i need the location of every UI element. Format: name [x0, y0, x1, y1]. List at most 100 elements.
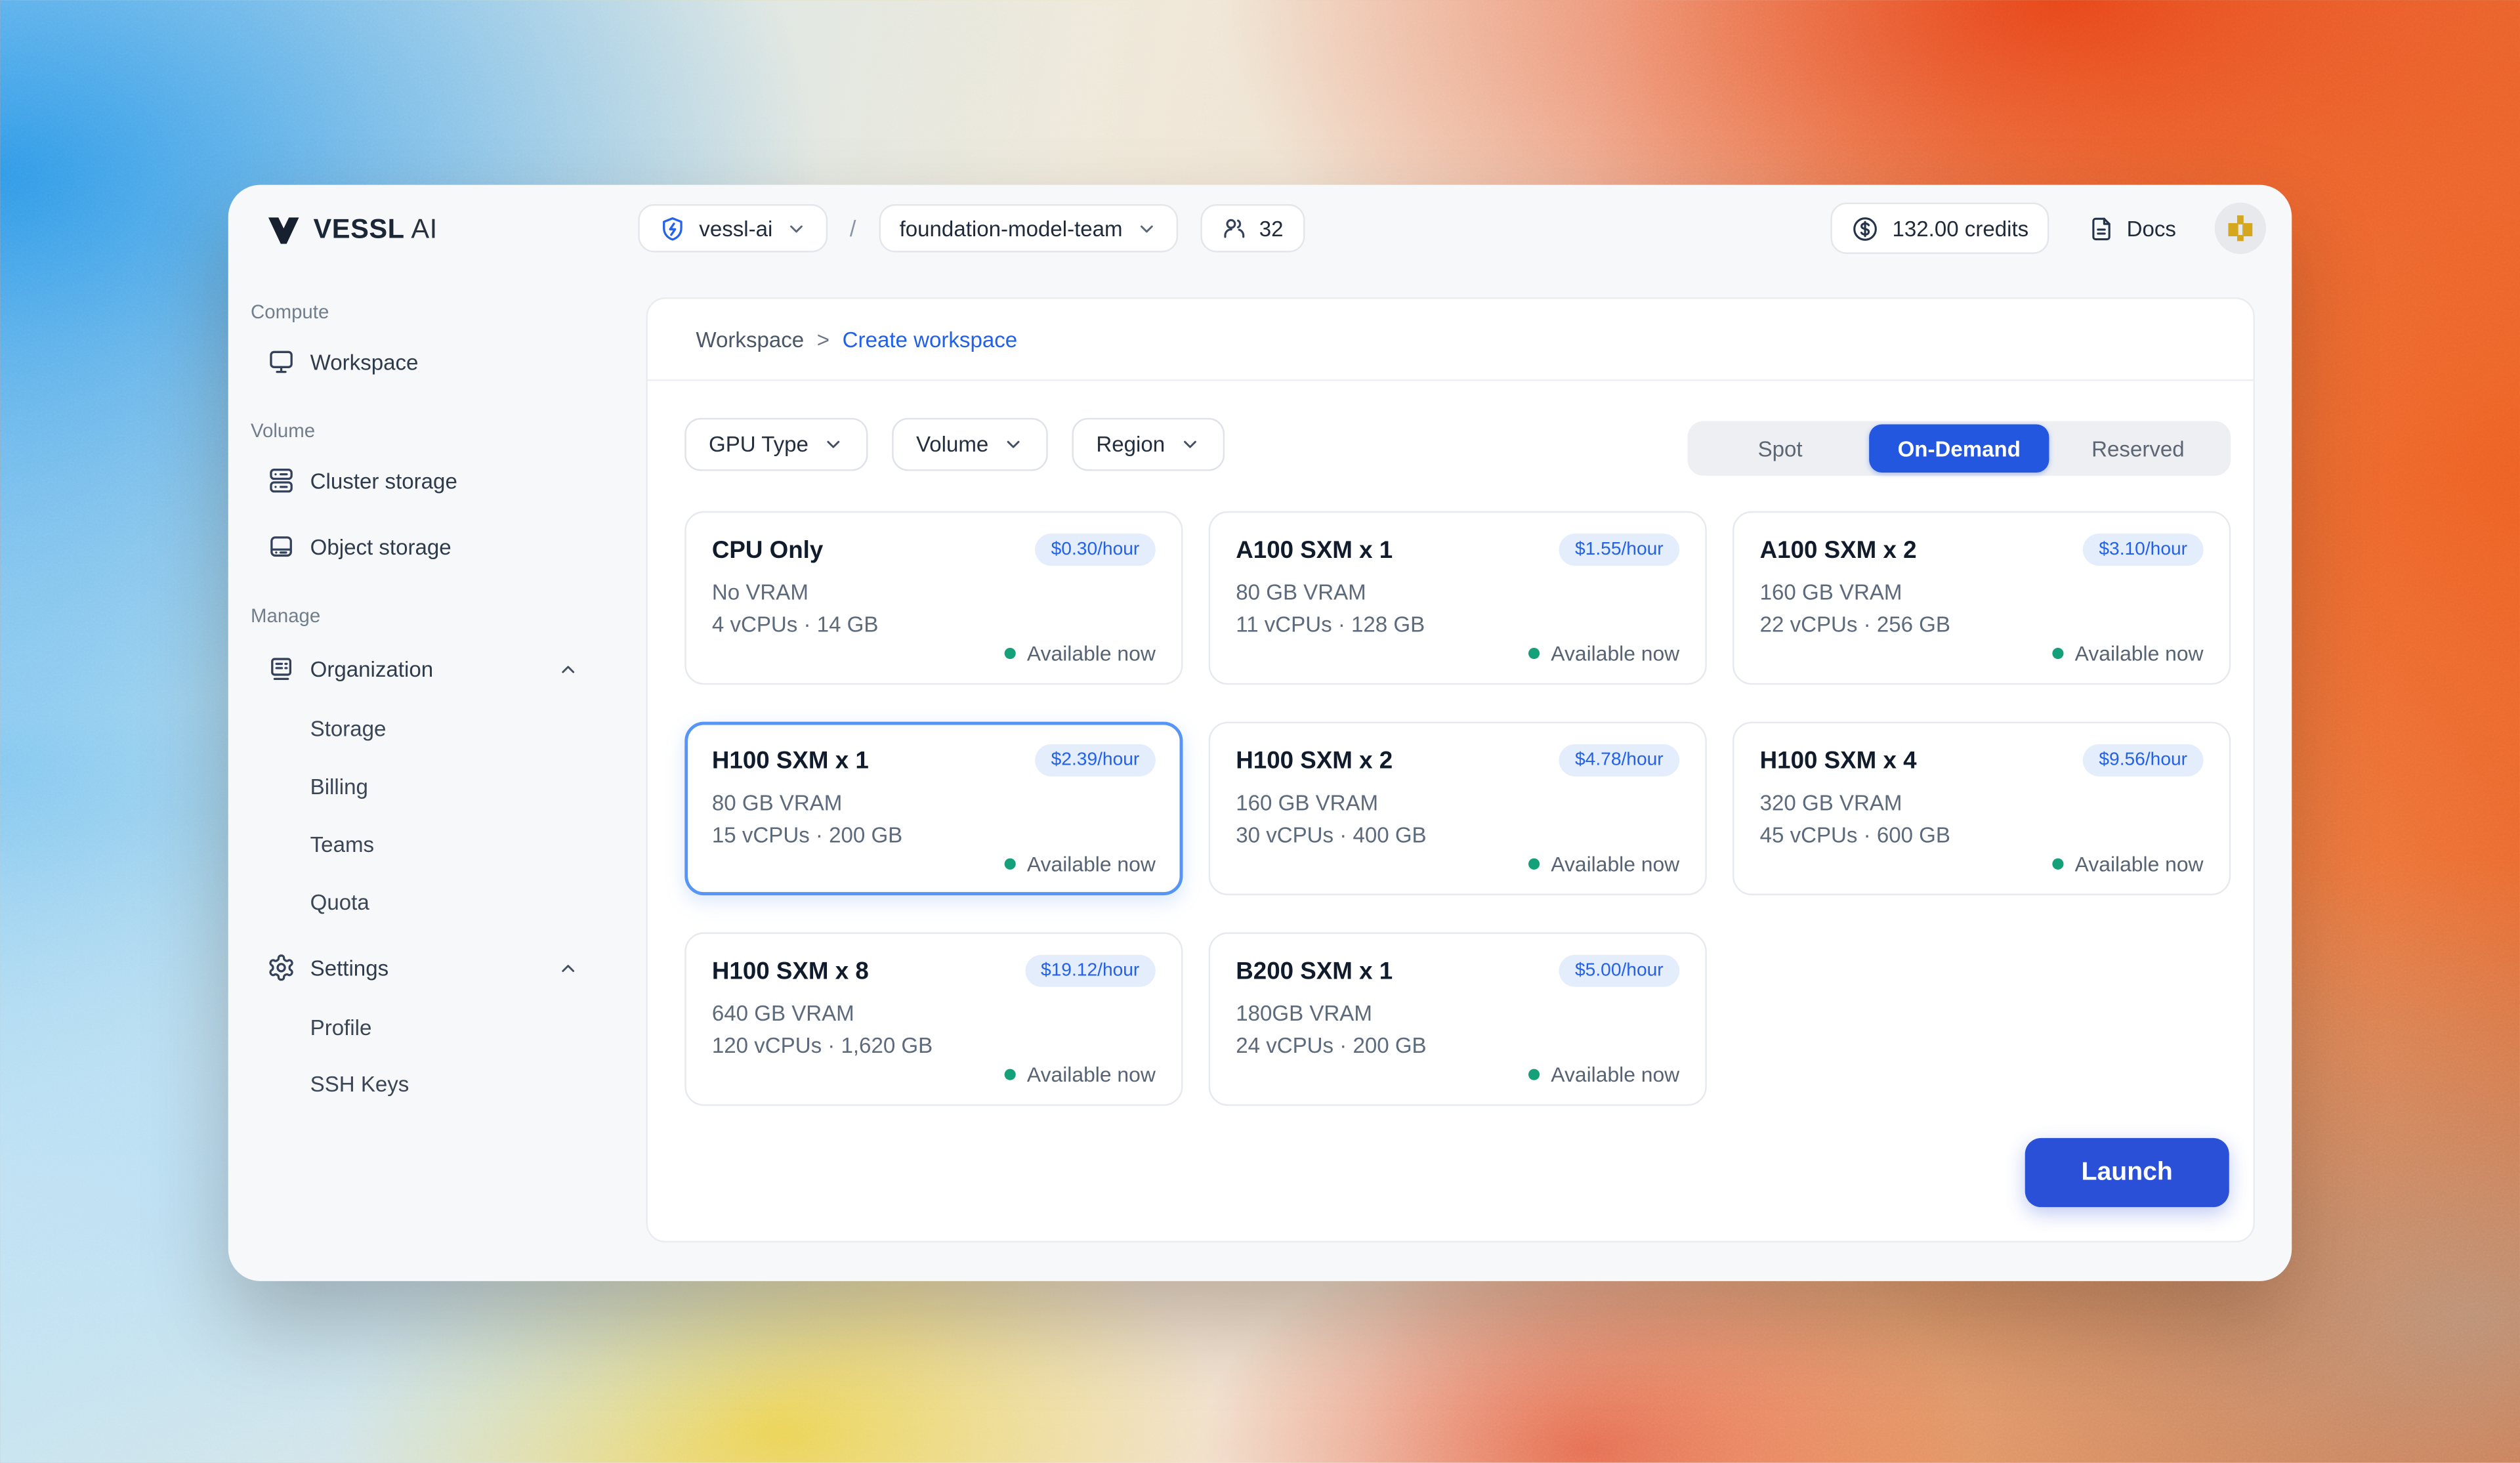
breadcrumb-current[interactable]: Create workspace	[843, 327, 1017, 351]
gpu-card-title: H100 SXM x 2	[1236, 747, 1393, 774]
chevron-down-icon	[823, 434, 844, 455]
gpu-card-availability: Available now	[1236, 641, 1679, 666]
gpu-card-price-badge: $3.10/hour	[2083, 534, 2204, 566]
availability-dot	[2052, 859, 2063, 870]
chevron-down-icon	[1003, 434, 1024, 455]
gpu-card-vram: 160 GB VRAM	[1760, 577, 2204, 609]
gpu-card-vram: 180GB VRAM	[1236, 998, 1679, 1030]
sidebar-item-object-storage[interactable]: Object storage	[251, 520, 579, 572]
availability-label: Available now	[2075, 852, 2204, 876]
chevron-up-icon[interactable]	[558, 957, 579, 978]
org-shield-icon	[659, 215, 686, 242]
gpu-card-specs: 11 vCPUs · 128 GB	[1236, 609, 1679, 641]
gpu-card-title: B200 SXM x 1	[1236, 957, 1393, 985]
gpu-card-a100-sxm-x-2[interactable]: A100 SXM x 2 $3.10/hour 160 GB VRAM22 vCPU…	[1732, 511, 2231, 685]
vessl-logo-mark	[267, 215, 301, 245]
gpu-card-specs: 15 vCPUs · 200 GB	[712, 820, 1156, 852]
gpu-card-vram: No VRAM	[712, 577, 1156, 609]
sidebar-item-ssh-keys[interactable]: SSH Keys	[251, 1059, 579, 1107]
availability-dot	[1005, 1069, 1016, 1080]
availability-dot	[1005, 859, 1016, 870]
vessl-logo: VESSLAI	[267, 212, 438, 247]
filter-label: Region	[1096, 433, 1165, 457]
gpu-card-grid: CPU Only$0.30/hourNo VRAM4 vCPUs · 14 GB…	[684, 511, 2234, 1106]
chevron-up-icon[interactable]	[558, 658, 579, 679]
gpu-card-h100-sxm-x-2[interactable]: H100 SXM x 2$4.78/hour160 GB VRAM30 vCPU…	[1209, 722, 1707, 895]
gpu-card-title: H100 SXM x 8	[712, 957, 869, 985]
workspace-monitor-icon	[267, 347, 296, 376]
stage: VESSLAI vessl-ai / foundation-model-team	[0, 0, 2520, 1463]
availability-label: Available now	[1027, 852, 1156, 876]
availability-label: Available now	[1027, 641, 1156, 666]
volume-filter[interactable]: Volume	[892, 418, 1048, 471]
credits-button[interactable]: 132.00 credits	[1831, 203, 2049, 254]
sidebar: Compute Workspace Volume Cluster storage	[228, 275, 646, 1281]
sidebar-item-label: Settings	[310, 956, 388, 980]
sidebar-item-teams[interactable]: Teams	[251, 820, 579, 868]
chevron-down-icon	[1179, 434, 1200, 455]
gpu-card-price-badge: $1.55/hour	[1559, 534, 1680, 566]
availability-dot	[1528, 1069, 1540, 1080]
availability-label: Available now	[1551, 852, 1679, 876]
sidebar-item-profile[interactable]: Profile	[251, 1003, 579, 1051]
gpu-card-title: CPU Only	[712, 536, 823, 564]
gpu-card-price-badge: $5.00/hour	[1559, 955, 1680, 987]
credits-label: 132.00 credits	[1892, 216, 2028, 240]
gpu-card-price-badge: $19.12/hour	[1024, 955, 1155, 987]
sidebar-item-storage[interactable]: Storage	[251, 704, 579, 752]
availability-label: Available now	[1551, 1063, 1679, 1087]
availability-dot	[1005, 648, 1016, 659]
gpu-card-availability: Available now	[712, 852, 1156, 876]
gpu-card-availability: Available now	[1236, 1063, 1679, 1087]
gpu-card-h100-sxm-x-4[interactable]: H100 SXM x 4$9.56/hour320 GB VRAM45 vCPU…	[1732, 722, 2231, 895]
sidebar-item-settings[interactable]: Settings	[251, 942, 579, 993]
sidebar-item-billing[interactable]: Billing	[251, 762, 579, 810]
launch-button[interactable]: Launch	[2025, 1138, 2229, 1207]
gpu-card-specs: 22 vCPUs · 256 GB	[1760, 609, 2204, 641]
gpu-card-vram: 320 GB VRAM	[1760, 788, 2204, 820]
availability-dot	[1528, 648, 1540, 659]
gpu-card-vram: 80 GB VRAM	[712, 788, 1156, 820]
sidebar-section-compute: Compute	[251, 297, 646, 326]
sidebar-item-cluster-storage[interactable]: Cluster storage	[251, 455, 579, 506]
credits-icon	[1852, 215, 1880, 242]
tab-on-demand[interactable]: On-Demand	[1870, 425, 2049, 473]
members-icon	[1221, 215, 1246, 241]
region-filter[interactable]: Region	[1072, 418, 1225, 471]
sidebar-item-label: Cluster storage	[310, 469, 457, 493]
availability-dot	[1528, 859, 1540, 870]
tab-spot[interactable]: Spot	[1690, 425, 1870, 473]
tab-reserved[interactable]: Reserved	[2049, 425, 2228, 473]
sidebar-section-manage: Manage	[251, 601, 646, 630]
sidebar-item-organization[interactable]: Organization	[251, 643, 579, 694]
gpu-card-b200-sxm-x-1[interactable]: B200 SXM x 1$5.00/hour180GB VRAM24 vCPUs…	[1209, 932, 1707, 1105]
gpu-card-h100-sxm-x-1[interactable]: H100 SXM x 1$2.39/hour80 GB VRAM15 vCPUs…	[684, 722, 1183, 895]
gpu-type-filter[interactable]: GPU Type	[684, 418, 868, 471]
availability-label: Available now	[1551, 641, 1679, 666]
gpu-card-specs: 45 vCPUs · 600 GB	[1760, 820, 2204, 852]
gpu-card-title: A100 SXM x 2	[1760, 536, 1917, 564]
gpu-card-specs: 120 vCPUs · 1,620 GB	[712, 1030, 1156, 1063]
members-button[interactable]: 32	[1200, 204, 1304, 252]
sidebar-section-volume: Volume	[251, 416, 646, 445]
main-panel: Workspace > Create workspace GPU Type Vo…	[646, 297, 2254, 1242]
gpu-card-cpu-only[interactable]: CPU Only$0.30/hourNo VRAM4 vCPUs · 14 GB…	[684, 511, 1183, 685]
sidebar-item-quota[interactable]: Quota	[251, 878, 579, 925]
breadcrumb-parent[interactable]: Workspace	[696, 327, 804, 351]
docs-button[interactable]: Docs	[2088, 215, 2176, 242]
cluster-storage-icon	[267, 466, 296, 495]
gpu-card-price-badge: $4.78/hour	[1559, 744, 1680, 776]
org-switcher-label: vessl-ai	[699, 216, 772, 240]
sidebar-item-workspace[interactable]: Workspace	[251, 336, 579, 387]
availability-label: Available now	[1027, 1063, 1156, 1087]
pricing-tabs: Spot On-Demand Reserved	[1687, 421, 2231, 476]
sidebar-item-label: Workspace	[310, 350, 419, 374]
chevron-down-icon	[786, 218, 807, 239]
avatar[interactable]	[2215, 203, 2266, 254]
gpu-card-h100-sxm-x-8[interactable]: H100 SXM x 8$19.12/hour640 GB VRAM120 vC…	[684, 932, 1183, 1105]
members-count: 32	[1259, 216, 1284, 240]
team-switcher[interactable]: foundation-model-team	[879, 204, 1177, 252]
avatar-identicon	[2224, 212, 2256, 244]
gpu-card-a100-sxm-x-1[interactable]: A100 SXM x 1$1.55/hour80 GB VRAM11 vCPUs…	[1209, 511, 1707, 685]
org-switcher[interactable]: vessl-ai	[638, 204, 827, 252]
